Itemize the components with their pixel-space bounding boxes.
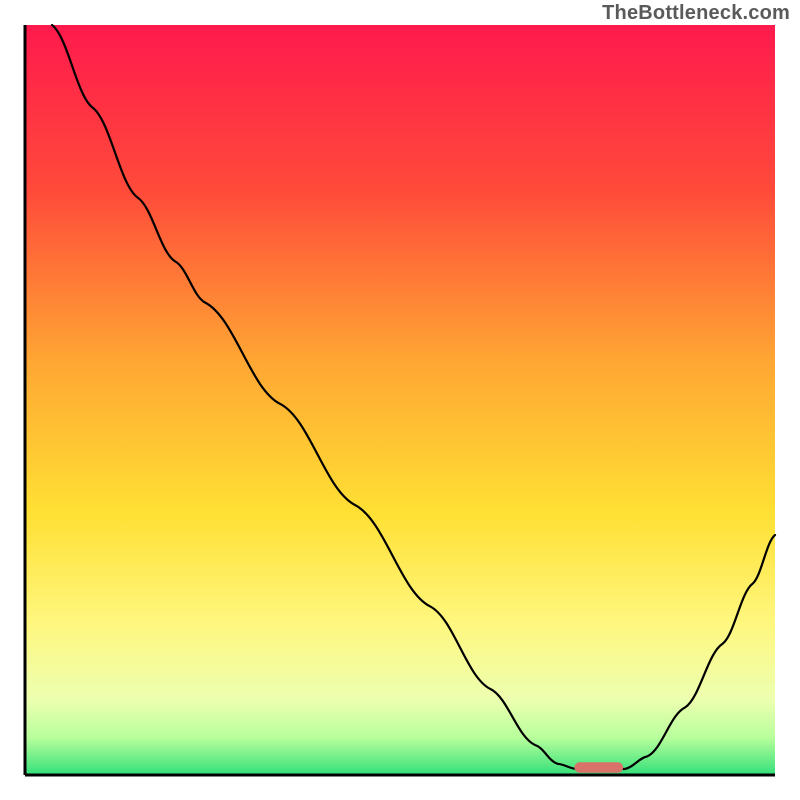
gradient-background xyxy=(25,25,775,775)
bottleneck-chart xyxy=(0,0,800,800)
chart-container: TheBottleneck.com xyxy=(0,0,800,800)
optimal-marker xyxy=(574,762,623,773)
watermark-text: TheBottleneck.com xyxy=(602,2,790,25)
